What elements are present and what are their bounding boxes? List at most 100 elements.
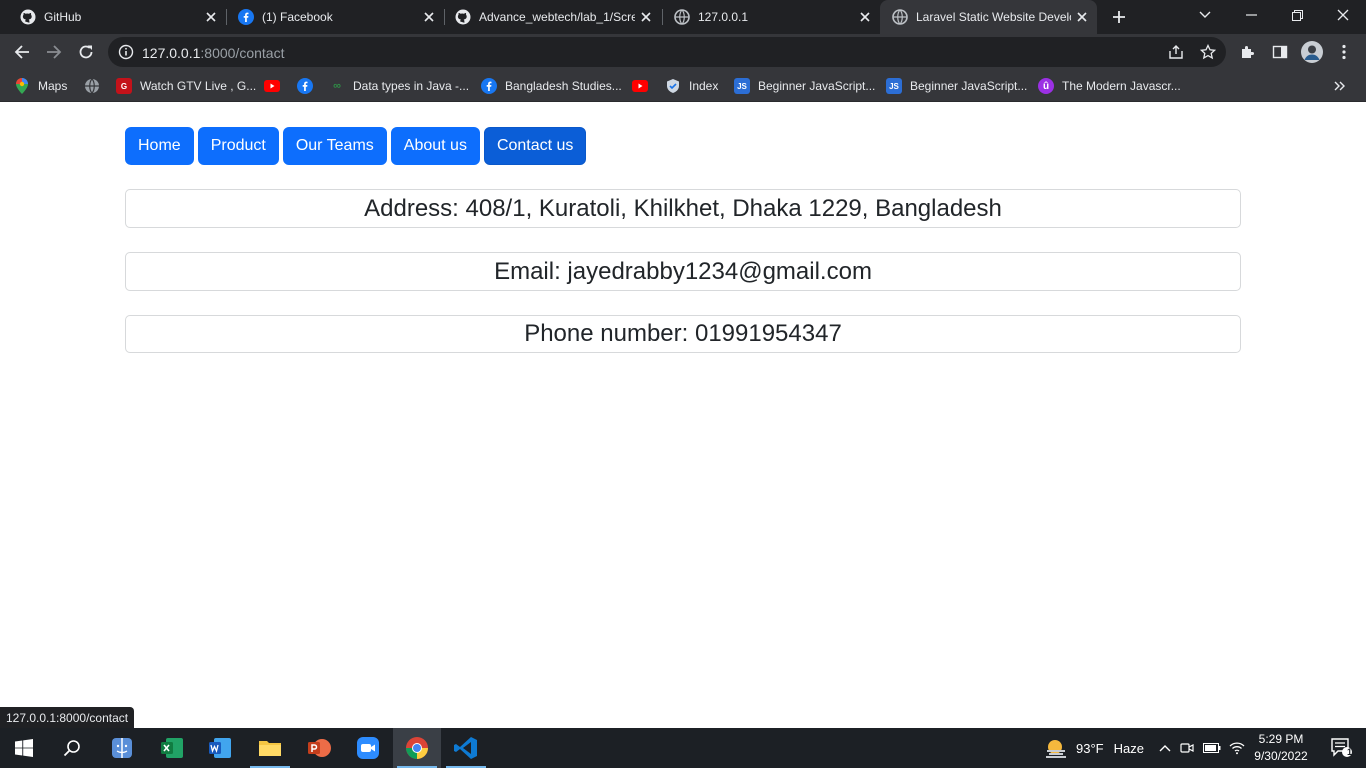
close-window-button[interactable] <box>1320 0 1366 30</box>
url-text: 127.0.0.1:8000/contact <box>142 45 284 61</box>
powerpoint-icon[interactable] <box>295 728 343 768</box>
url-host: 127.0.0.1 <box>142 45 201 61</box>
new-tab-button[interactable] <box>1108 6 1130 28</box>
start-button[interactable] <box>0 728 48 768</box>
bookmark-youtube[interactable] <box>632 76 656 96</box>
tab-title: GitHub <box>44 10 82 24</box>
profile-avatar[interactable] <box>1300 40 1324 64</box>
globe-icon <box>84 78 100 94</box>
reload-button[interactable] <box>74 40 98 64</box>
weather-widget[interactable]: 93°F Haze <box>1044 728 1144 768</box>
youtube-icon <box>632 78 648 94</box>
bookmark-youtube[interactable] <box>264 76 288 96</box>
address-bar[interactable]: 127.0.0.1:8000/contact <box>108 37 1226 67</box>
tab-laravel-static-website[interactable]: Laravel Static Website Develo <box>880 0 1097 34</box>
phone-card: Phone number: 01991954347 <box>125 315 1241 353</box>
bookmark-label: Beginner JavaScript... <box>758 79 876 93</box>
bookmark-bangladesh-studies[interactable]: Bangladesh Studies... <box>481 76 622 96</box>
address-text: Address: 408/1, Kuratoli, Khilkhet, Dhak… <box>364 194 1002 222</box>
bookmark-gfg-java[interactable]: ∞ Data types in Java -... <box>329 76 469 96</box>
bookmark-beginner-js-2[interactable]: JS Beginner JavaScript... <box>886 76 1027 96</box>
zoom-icon[interactable] <box>344 728 392 768</box>
nav-about-us-button[interactable]: About us <box>390 127 480 165</box>
globe-icon <box>892 9 908 25</box>
notification-center-icon[interactable]: 1 <box>1318 728 1366 768</box>
share-icon[interactable] <box>1166 42 1186 62</box>
bookmark-facebook[interactable] <box>297 76 321 96</box>
clock-time: 5:29 PM <box>1258 732 1304 746</box>
bookmark-maps[interactable]: Maps <box>14 76 67 96</box>
tab-advance-webtech[interactable]: Advance_webtech/lab_1/Scre <box>435 0 661 34</box>
excel-icon[interactable] <box>148 728 196 768</box>
clock-date: 9/30/2022 <box>1254 749 1308 763</box>
js-icon: JS <box>734 78 750 94</box>
bookmark-index[interactable]: Index <box>665 76 718 96</box>
weather-desc: Haze <box>1113 740 1144 756</box>
bookmark-label: The Modern Javascr... <box>1062 79 1181 93</box>
url-path: :8000/contact <box>200 45 285 61</box>
youtube-icon <box>264 78 280 94</box>
notification-badge: 1 <box>1347 747 1353 757</box>
tab-title: Laravel Static Website Develo <box>916 10 1071 24</box>
facebook-icon <box>238 9 254 25</box>
bookmark-globe[interactable] <box>84 76 108 96</box>
file-explorer-icon[interactable] <box>246 728 294 768</box>
bookmark-gtv[interactable]: G Watch GTV Live , G... <box>116 76 256 96</box>
bookmark-label: Index <box>689 79 719 93</box>
close-tab-icon[interactable] <box>1071 6 1093 28</box>
tab-facebook[interactable]: (1) Facebook <box>218 0 444 34</box>
gfg-icon: ∞ <box>333 80 341 92</box>
bookmark-beginner-js-1[interactable]: JS Beginner JavaScript... <box>734 76 875 96</box>
email-card: Email: jayedrabby1234@gmail.com <box>125 252 1241 291</box>
meet-now-icon[interactable] <box>1174 741 1200 755</box>
chrome-icon[interactable] <box>393 728 441 768</box>
weather-haze-icon <box>1044 738 1068 758</box>
show-hidden-icons-chevron-up-icon[interactable] <box>1156 744 1174 752</box>
github-icon <box>455 9 471 25</box>
bookmarks-bar: Maps G Watch GTV Live , G... ∞ Data type… <box>0 70 1366 102</box>
js-icon: JS <box>886 78 902 94</box>
browser-tab-strip: GitHub (1) Facebook Advance_webtech/lab_… <box>0 0 1366 34</box>
forward-button[interactable] <box>42 40 66 64</box>
address-card: Address: 408/1, Kuratoli, Khilkhet, Dhak… <box>125 189 1241 228</box>
bookmark-star-icon[interactable] <box>1198 42 1218 62</box>
bookmark-label: Maps <box>38 79 68 93</box>
bookmark-label: Data types in Java -... <box>353 79 470 93</box>
taskbar-clock[interactable]: 5:29 PM 9/30/2022 <box>1246 731 1316 765</box>
close-tab-icon[interactable] <box>854 6 876 28</box>
bookmark-label: Beginner JavaScript... <box>910 79 1028 93</box>
shield-icon <box>665 78 681 94</box>
vscode-icon[interactable] <box>442 728 490 768</box>
nav-contact-us-button[interactable]: Contact us <box>483 127 587 165</box>
bookmark-label: Bangladesh Studies... <box>505 79 622 93</box>
restore-button[interactable] <box>1274 0 1320 30</box>
link-status-bubble: 127.0.0.1:8000/contact <box>0 707 135 728</box>
site-info-icon[interactable] <box>118 44 134 65</box>
search-icon[interactable] <box>48 728 96 768</box>
tab-localhost[interactable]: 127.0.0.1 <box>654 0 880 34</box>
minimize-button[interactable] <box>1228 0 1274 30</box>
bookmarks-overflow-chevron-icon[interactable] <box>1334 76 1346 96</box>
tab-title: Advance_webtech/lab_1/Scre <box>479 10 635 24</box>
tab-title: 127.0.0.1 <box>698 10 749 24</box>
extensions-puzzle-icon[interactable] <box>1236 40 1260 64</box>
tab-github[interactable]: GitHub <box>0 0 226 34</box>
word-icon[interactable] <box>196 728 244 768</box>
nav-our-teams-button[interactable]: Our Teams <box>282 127 387 165</box>
tab-title: (1) Facebook <box>262 10 333 24</box>
facebook-icon <box>481 78 497 94</box>
bookmark-label: Watch GTV Live , G... <box>140 79 257 93</box>
back-button[interactable] <box>10 40 34 64</box>
nav-home-button[interactable]: Home <box>125 127 194 165</box>
battery-icon[interactable] <box>1200 743 1224 753</box>
maps-icon <box>14 78 30 94</box>
menu-kebab-icon[interactable] <box>1332 40 1356 64</box>
side-panel-icon[interactable] <box>1268 40 1292 64</box>
finder-app-icon[interactable] <box>98 728 146 768</box>
email-text: Email: jayedrabby1234@gmail.com <box>494 257 872 285</box>
nav-product-button[interactable]: Product <box>197 127 279 165</box>
tab-search-chevron-down-icon[interactable] <box>1182 0 1228 30</box>
main-nav: Home Product Our Teams About us Contact … <box>125 127 587 165</box>
gtv-icon: G <box>116 78 132 94</box>
bookmark-modern-javascript[interactable]: û The Modern Javascr... <box>1038 76 1181 96</box>
